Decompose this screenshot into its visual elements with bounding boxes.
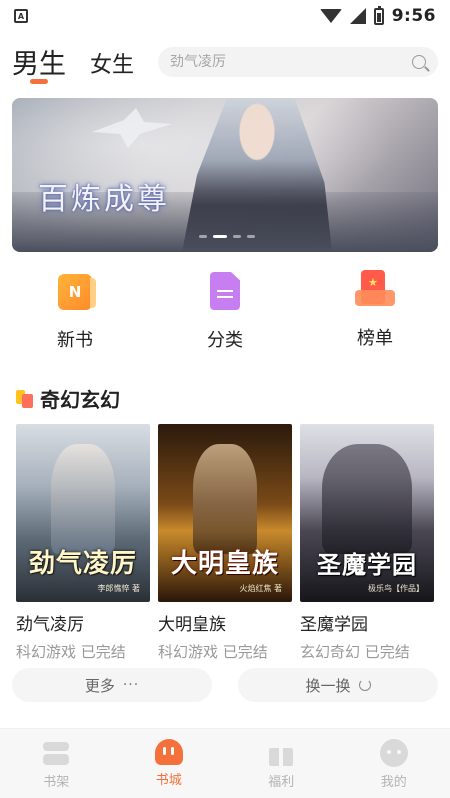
bookstore-icon — [154, 739, 183, 765]
search-box[interactable] — [158, 47, 438, 77]
book-title[interactable]: 劲气凌厉 — [16, 610, 150, 635]
bottom-nav: 书架 书城 福利 我的 — [0, 728, 450, 798]
tab-welfare[interactable]: 福利 — [225, 729, 338, 798]
book-card[interactable]: 劲气凌厉 李郎憔悴 著 劲气凌厉 科幻游戏 已完结 — [16, 424, 150, 662]
book-card[interactable]: 圣魔学园 极乐鸟【作品】 圣魔学园 玄幻奇幻 已完结 — [300, 424, 434, 662]
book-title[interactable]: 圣魔学园 — [300, 610, 434, 635]
book-list: 劲气凌厉 李郎憔悴 著 劲气凌厉 科幻游戏 已完结 大明皇族 火焰红焦 著 大明… — [16, 424, 436, 662]
book-cover[interactable]: 大明皇族 火焰红焦 著 — [158, 424, 292, 602]
section-actions: 更多 ··· 换一换 — [12, 668, 438, 702]
banner-dot[interactable] — [247, 235, 255, 238]
signal-icon — [349, 8, 366, 24]
cover-author: 火焰红焦 著 — [239, 584, 282, 593]
top-header: 男生 女生 — [0, 40, 450, 86]
status-time: 9:56 — [391, 6, 436, 26]
cover-author: 极乐鸟【作品】 — [368, 584, 424, 593]
promo-banner[interactable]: 百炼成尊 — [12, 98, 438, 252]
section-header: 奇幻玄幻 — [16, 384, 120, 413]
profile-icon — [379, 739, 408, 767]
more-button[interactable]: 更多 ··· — [12, 668, 212, 702]
quick-nav-category[interactable]: 分类 — [150, 270, 300, 354]
refresh-label: 换一换 — [305, 676, 351, 695]
cover-title: 圣魔学园 — [317, 550, 417, 579]
book-cover[interactable]: 劲气凌厉 李郎憔悴 著 — [16, 424, 150, 602]
app-notification-icon: A — [14, 9, 28, 23]
book-meta: 科幻游戏 已完结 — [158, 643, 268, 661]
tab-bookstore[interactable]: 书城 — [113, 729, 226, 798]
new-book-icon: N — [58, 274, 96, 310]
cover-title: 劲气凌厉 — [28, 549, 137, 579]
tab-bookshelf[interactable]: 书架 — [0, 729, 113, 798]
tab-label: 福利 — [268, 775, 295, 790]
book-title[interactable]: 大明皇族 — [158, 610, 292, 635]
banner-dot[interactable] — [233, 235, 241, 238]
active-tab-indicator — [30, 79, 48, 84]
gift-icon — [267, 739, 295, 767]
refresh-button[interactable]: 换一换 — [238, 668, 438, 702]
battery-icon — [373, 5, 384, 25]
more-icon: ··· — [122, 677, 140, 693]
status-icons: 9:56 — [319, 5, 436, 26]
tab-label: 书架 — [43, 775, 70, 790]
cover-character-image — [322, 444, 412, 554]
tab-label: 书城 — [155, 773, 182, 788]
category-icon — [210, 272, 240, 310]
new-book-badge: N — [68, 283, 82, 301]
quick-nav-label: 分类 — [207, 330, 243, 351]
wifi-icon — [319, 9, 342, 23]
section-title: 奇幻玄幻 — [40, 388, 120, 412]
book-card[interactable]: 大明皇族 火焰红焦 著 大明皇族 科幻游戏 已完结 — [158, 424, 292, 662]
book-meta: 科幻游戏 已完结 — [16, 643, 126, 661]
book-meta: 玄幻奇幻 已完结 — [300, 643, 410, 661]
tab-female[interactable]: 女生 — [90, 47, 134, 79]
tab-male[interactable]: 男生 — [12, 42, 66, 81]
ranking-icon: ★ — [355, 270, 395, 308]
quick-nav-new-books[interactable]: N 新书 — [0, 270, 150, 354]
bookshelf-icon — [42, 739, 70, 767]
cover-character-image — [51, 444, 115, 554]
refresh-icon — [358, 679, 371, 691]
tab-label: 我的 — [380, 775, 407, 790]
status-bar: A 9:56 — [0, 0, 450, 32]
cover-character-image — [193, 444, 257, 554]
quick-nav-label: 榜单 — [357, 328, 393, 349]
banner-title: 百炼成尊 — [38, 182, 170, 217]
search-icon[interactable] — [412, 55, 426, 69]
cover-title: 大明皇族 — [170, 549, 279, 579]
search-input[interactable] — [170, 54, 406, 70]
quick-nav-label: 新书 — [57, 330, 93, 351]
section-book-icon — [16, 389, 34, 408]
banner-pagination — [199, 235, 255, 238]
cover-author: 李郎憔悴 著 — [97, 584, 140, 593]
banner-dot[interactable] — [199, 235, 207, 238]
quick-nav-ranking[interactable]: ★ 榜单 — [300, 270, 450, 354]
tab-profile[interactable]: 我的 — [338, 729, 450, 798]
quick-nav: N 新书 分类 ★ 榜单 — [0, 270, 450, 354]
banner-dot-active[interactable] — [213, 235, 227, 238]
book-cover[interactable]: 圣魔学园 极乐鸟【作品】 — [300, 424, 434, 602]
more-label: 更多 — [84, 676, 115, 695]
